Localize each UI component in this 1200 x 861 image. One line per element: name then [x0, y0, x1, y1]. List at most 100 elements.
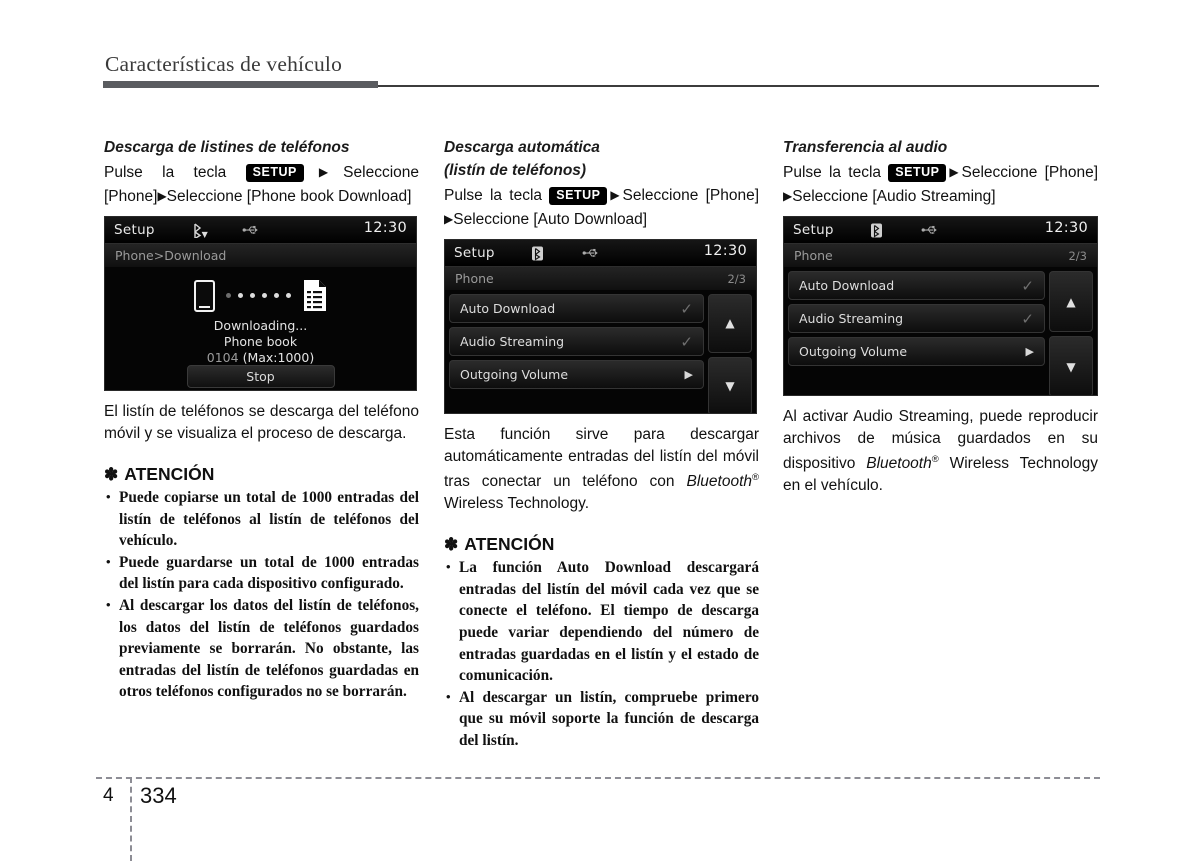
status-icons [531, 246, 600, 261]
download-status-line1: Downloading... [213, 318, 308, 333]
setup-button-badge[interactable]: SETUP [888, 164, 947, 182]
list-item-outgoing-volume[interactable]: Outgoing Volume ▶ [788, 337, 1045, 366]
phone-bracket-label: [Phone] [1044, 164, 1099, 181]
list-item-label: Outgoing Volume [799, 344, 908, 359]
screen-status-bar: Setup 12:30 [445, 240, 756, 266]
checkmark-icon: ✓ [1021, 276, 1034, 295]
settings-list: Auto Download ✓ Audio Streaming ✓ Outgoi… [449, 294, 704, 413]
attention-heading: ✽ ATENCIÓN [444, 534, 759, 555]
screen-breadcrumb: Phone>Download [105, 243, 416, 267]
chevron-right-icon: ▶ [1025, 345, 1034, 358]
screen-status-bar: Setup 12:30 [784, 217, 1097, 243]
download-count: 0104 (Max:1000) [105, 350, 416, 366]
list-item-outgoing-volume[interactable]: Outgoing Volume ▶ [449, 360, 704, 389]
header-rule-thin [378, 85, 1099, 87]
device-screen-download[interactable]: Setup ▼ 12:30 Phone>Download Downloading… [104, 216, 417, 391]
page-number: 334 [140, 783, 177, 808]
description-paragraph: Al activar Audio Streaming, puede reprod… [783, 406, 1098, 496]
scroll-up-button[interactable]: ▲ [708, 294, 752, 353]
registered-mark-icon: ® [752, 472, 759, 483]
breadcrumb-text: Phone>Download [115, 248, 227, 263]
screen-status-bar: Setup ▼ 12:30 [105, 217, 416, 243]
download-status-line2: Phone book [223, 334, 298, 349]
section-title: Descarga de listines de teléfonos [104, 139, 350, 156]
settings-list: Auto Download ✓ Audio Streaming ✓ Outgoi… [788, 271, 1045, 395]
press-key-label: Pulse la tecla [783, 164, 882, 181]
list-item-audio-streaming[interactable]: Audio Streaming ✓ [788, 304, 1045, 333]
status-icons: ▼ [191, 222, 260, 238]
screen-app-name: Setup [114, 222, 155, 238]
asterisk-icon: ✽ [104, 464, 119, 484]
phone-icon [193, 279, 215, 312]
page-indicator: 2/3 [727, 271, 746, 286]
list-item: La función Auto Download descargará entr… [444, 556, 759, 687]
usb-icon [582, 248, 598, 258]
page-title: Características de vehículo [105, 52, 343, 76]
stop-button[interactable]: Stop [186, 365, 335, 388]
device-screen-phone-settings-2[interactable]: Setup 12:30 Phone 2/3 Auto Download ✓ Au… [783, 216, 1098, 396]
setup-button-badge[interactable]: SETUP [245, 164, 304, 182]
list-item-auto-download[interactable]: Auto Download ✓ [788, 271, 1045, 300]
bluetooth-download-icon: ▼ [191, 222, 208, 238]
bluetooth-icon [531, 246, 544, 261]
download-arrow-icon: ▼ [201, 229, 208, 239]
select-label: Seleccione [961, 164, 1038, 181]
list-item: Al descargar un listín, compruebe primer… [444, 686, 759, 752]
list-item-label: Audio Streaming [460, 334, 565, 349]
arrow-icon: ▶ [946, 165, 962, 179]
header-rule-thick [103, 81, 378, 88]
device-screen-phone-settings[interactable]: Setup 12:30 Phone 2/3 Auto Download ✓ Au… [444, 239, 757, 414]
checkmark-icon: ✓ [680, 299, 693, 318]
phone-bracket-label: [Phone] [104, 187, 158, 205]
header-rule [103, 81, 1099, 90]
arrow-icon-2: ▶ [783, 188, 793, 203]
scrollbar-buttons: ▲ ▼ [708, 294, 752, 413]
steps-instruction: Pulse la tecla SETUP ▶Seleccione [Phone] … [783, 161, 1098, 208]
arrow-icon: ▶ [303, 165, 344, 179]
select-target-label: Seleccione [Auto Download] [453, 210, 648, 228]
list-item-auto-download[interactable]: Auto Download ✓ [449, 294, 704, 323]
transfer-dots-icon [225, 293, 291, 298]
usb-icon [242, 225, 258, 235]
screen-app-name: Setup [454, 245, 495, 261]
settings-list-area: Auto Download ✓ Audio Streaming ✓ Outgoi… [445, 290, 756, 413]
screen-breadcrumb: Phone 2/3 [784, 243, 1097, 267]
select-target-label: Seleccione [Audio Streaming] [792, 187, 996, 205]
checkmark-icon: ✓ [1021, 309, 1034, 328]
scroll-up-button[interactable]: ▲ [1049, 271, 1093, 332]
registered-mark-icon: ® [931, 454, 939, 465]
press-key-label: Pulse la tecla [444, 187, 543, 204]
list-item: Al descargar los datos del listín de tel… [104, 594, 419, 703]
steps-instruction: Pulse la tecla SETUP ▶Seleccione [Phone]▶… [104, 161, 419, 208]
steps-instruction: Pulse la tecla SETUP ▶Seleccione [Phone] … [444, 184, 759, 231]
screen-clock: 12:30 [1044, 220, 1088, 236]
scroll-down-button[interactable]: ▼ [1049, 336, 1093, 395]
chapter-number: 4 [103, 785, 114, 806]
attention-heading: ✽ ATENCIÓN [104, 464, 419, 485]
checkmark-icon: ✓ [680, 332, 693, 351]
setup-button-badge[interactable]: SETUP [549, 187, 608, 205]
arrow-icon-2: ▶ [444, 211, 454, 226]
column-auto-download: Descarga automática (listín de teléfonos… [444, 138, 759, 752]
screen-breadcrumb: Phone 2/3 [445, 266, 756, 290]
list-item: Puede guardarse un total de 1000 entrada… [104, 551, 419, 595]
breadcrumb-text: Phone [794, 248, 833, 263]
phone-bracket-label: [Phone] [705, 187, 760, 204]
section-title-line1: Descarga automática [444, 139, 600, 156]
section-title: Transferencia al audio [783, 139, 948, 156]
download-count-max: (Max:1000) [242, 350, 315, 365]
list-item-label: Audio Streaming [799, 311, 904, 326]
list-item: Puede copiarse un total de 1000 entradas… [104, 486, 419, 552]
footer-divider-vertical [130, 777, 132, 861]
download-progress-body: Downloading... Phone book 0104 (Max:1000… [105, 267, 416, 390]
select-target-label: Seleccione [Phone book Download] [166, 187, 412, 205]
description-paragraph: El listín de teléfonos se descarga del t… [104, 403, 419, 442]
page-indicator: 2/3 [1068, 248, 1087, 263]
footer-divider-horizontal [96, 777, 1100, 779]
list-item-audio-streaming[interactable]: Audio Streaming ✓ [449, 327, 704, 356]
list-item-label: Auto Download [799, 278, 895, 293]
screen-clock: 12:30 [703, 243, 747, 259]
scroll-down-button[interactable]: ▼ [708, 356, 752, 413]
attention-list: Puede copiarse un total de 1000 entradas… [104, 486, 419, 703]
attention-list: La función Auto Download descargará entr… [444, 556, 759, 752]
